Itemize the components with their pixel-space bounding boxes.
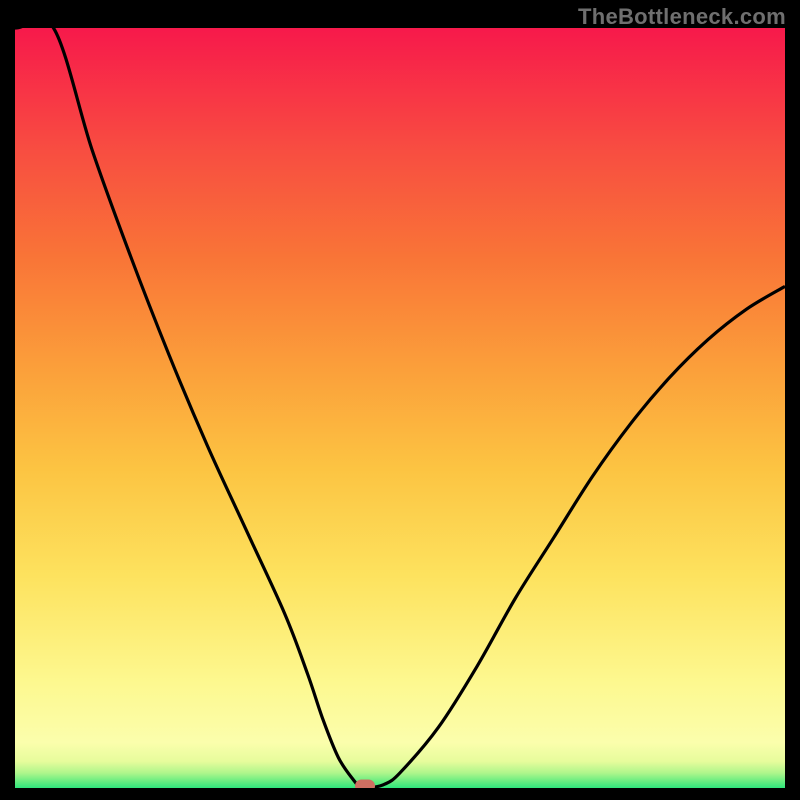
- bottleneck-curve: [15, 28, 785, 788]
- bottleneck-curve-path: [15, 28, 785, 788]
- plot-area: [15, 28, 785, 788]
- plot-gradient-background: [15, 28, 785, 788]
- chart-frame: TheBottleneck.com: [0, 0, 800, 800]
- optimal-point-marker: [355, 780, 375, 789]
- watermark-text: TheBottleneck.com: [578, 4, 786, 30]
